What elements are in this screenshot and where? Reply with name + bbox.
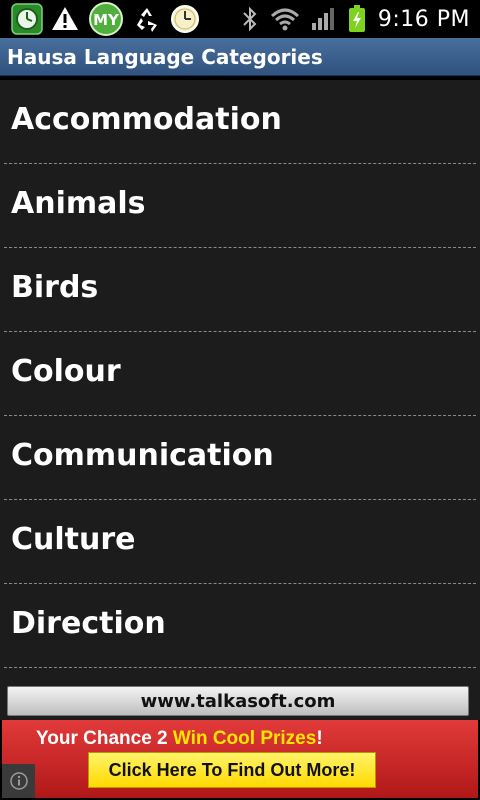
ad-info-icon[interactable]	[2, 764, 35, 798]
ad-banner[interactable]: Your Chance 2 Win Cool Prizes! Click Her…	[0, 720, 480, 800]
ad-banner-body[interactable]: Your Chance 2 Win Cool Prizes! Click Her…	[2, 720, 478, 798]
ad-headline-highlight: Win Cool Prizes	[172, 728, 317, 749]
list-item-label: Direction	[11, 606, 166, 641]
title-bar: Hausa Language Categories	[0, 38, 480, 76]
list-item-label: Communication	[11, 438, 274, 473]
ad-headline-suffix: !	[316, 728, 323, 749]
my-app-icon: MY	[86, 2, 126, 36]
page-title: Hausa Language Categories	[7, 45, 323, 69]
website-link-button[interactable]: www.talkasoft.com	[7, 686, 469, 716]
list-item-birds[interactable]: Birds	[4, 248, 476, 332]
signal-icon	[310, 2, 336, 36]
status-bar: MY 9:16 PM	[0, 0, 480, 38]
notification-icons: MY	[10, 2, 202, 36]
warning-icon	[48, 2, 82, 36]
list-item-label: Colour	[11, 354, 121, 389]
ad-cta-label: Click Here To Find Out More!	[108, 759, 356, 780]
footer: www.talkasoft.com	[0, 668, 480, 720]
alarm-clock-icon	[168, 2, 202, 36]
list-item-culture[interactable]: Culture	[4, 500, 476, 584]
list-item-colour[interactable]: Colour	[4, 332, 476, 416]
bluetooth-icon	[240, 2, 260, 36]
my-badge-text: MY	[93, 11, 120, 29]
website-link-label: www.talkasoft.com	[140, 690, 336, 712]
list-item-animals[interactable]: Animals	[4, 164, 476, 248]
system-icons: 9:16 PM	[240, 2, 470, 36]
status-time: 9:16 PM	[377, 6, 470, 32]
clock-app-icon	[10, 2, 44, 36]
ad-cta-button[interactable]: Click Here To Find Out More!	[88, 752, 376, 788]
recycle-icon	[130, 2, 164, 36]
list-item-label: Accommodation	[11, 102, 282, 137]
list-item-accommodation[interactable]: Accommodation	[4, 80, 476, 164]
ad-headline: Your Chance 2 Win Cool Prizes!	[36, 728, 323, 750]
list-item-label: Birds	[11, 270, 99, 305]
ad-headline-prefix: Your Chance 2	[36, 728, 173, 749]
list-item-label: Animals	[11, 186, 146, 221]
battery-charging-icon	[346, 2, 368, 36]
list-item-communication[interactable]: Communication	[4, 416, 476, 500]
wifi-icon	[270, 2, 300, 36]
list-item-direction[interactable]: Direction	[4, 584, 476, 668]
list-item-label: Culture	[11, 522, 136, 557]
category-list: Accommodation Animals Birds Colour Commu…	[0, 80, 480, 668]
